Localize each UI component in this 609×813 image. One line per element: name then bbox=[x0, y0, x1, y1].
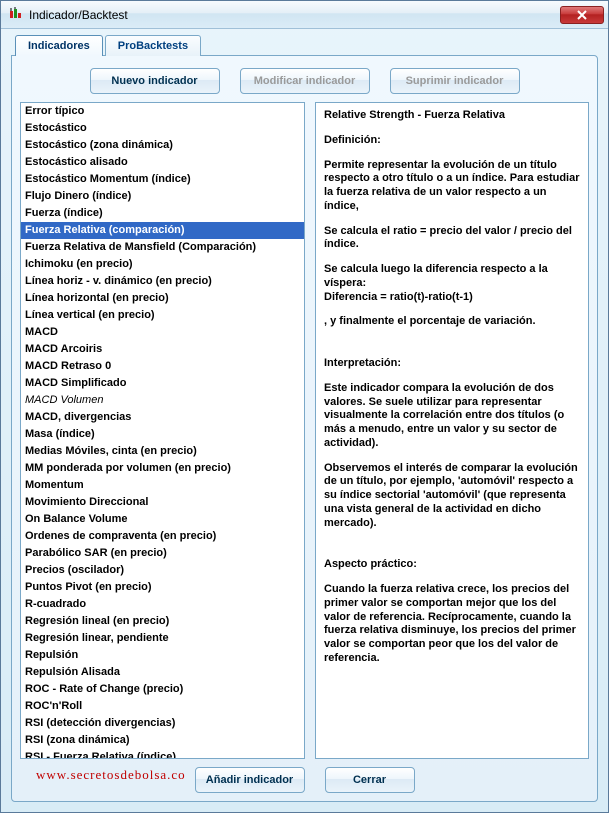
list-item[interactable]: Precios (oscilador) bbox=[21, 562, 304, 579]
body-columns: Error típicoEstocásticoEstocástico (zona… bbox=[20, 102, 589, 759]
list-item[interactable]: MACD Retraso 0 bbox=[21, 358, 304, 375]
list-item[interactable]: Estocástico (zona dinámica) bbox=[21, 137, 304, 154]
list-item[interactable]: Estocástico bbox=[21, 120, 304, 137]
list-item[interactable]: RSI - Fuerza Relativa (índice) bbox=[21, 749, 304, 759]
list-item[interactable]: MACD bbox=[21, 324, 304, 341]
list-item[interactable]: On Balance Volume bbox=[21, 511, 304, 528]
tab-panel-indicadores: Nuevo indicador Modificar indicador Supr… bbox=[11, 55, 598, 802]
tab-indicadores[interactable]: Indicadores bbox=[15, 35, 103, 56]
description-paragraph: Permite representar la evolución de un t… bbox=[324, 159, 580, 214]
list-item[interactable]: ROC'n'Roll bbox=[21, 698, 304, 715]
modify-indicator-button[interactable]: Modificar indicador bbox=[240, 68, 370, 94]
list-item[interactable]: Movimiento Direccional bbox=[21, 494, 304, 511]
bottom-button-row: www.secretosdebolsa.co Añadir indicador … bbox=[20, 759, 589, 793]
list-item[interactable]: Repulsión bbox=[21, 647, 304, 664]
list-item[interactable]: Masa (índice) bbox=[21, 426, 304, 443]
description-paragraph: Este indicador compara la evolución de d… bbox=[324, 382, 580, 451]
description-panel: Relative Strength - Fuerza Relativa Defin… bbox=[315, 102, 589, 759]
list-item[interactable]: Momentum bbox=[21, 477, 304, 494]
list-item[interactable]: Regresión lineal (en precio) bbox=[21, 613, 304, 630]
list-item[interactable]: MACD Simplificado bbox=[21, 375, 304, 392]
new-indicator-button[interactable]: Nuevo indicador bbox=[90, 68, 220, 94]
indicator-listbox[interactable]: Error típicoEstocásticoEstocástico (zona… bbox=[20, 102, 305, 759]
list-item[interactable]: Regresión linear, pendiente bbox=[21, 630, 304, 647]
description-paragraph: Se calcula luego la diferencia respecto … bbox=[324, 263, 580, 304]
list-item[interactable]: Ordenes de compraventa (en precio) bbox=[21, 528, 304, 545]
list-item[interactable]: Línea vertical (en precio) bbox=[21, 307, 304, 324]
list-item[interactable]: RSI (detección divergencias) bbox=[21, 715, 304, 732]
toolbar-row: Nuevo indicador Modificar indicador Supr… bbox=[20, 64, 589, 102]
window-title: Indicador/Backtest bbox=[29, 8, 560, 22]
description-paragraph: , y finalmente el porcentaje de variació… bbox=[324, 315, 580, 329]
list-item[interactable]: Fuerza Relativa de Mansfield (Comparació… bbox=[21, 239, 304, 256]
list-item[interactable]: MACD Arcoiris bbox=[21, 341, 304, 358]
list-item[interactable]: MACD Volumen bbox=[21, 392, 304, 409]
list-item[interactable]: Fuerza Relativa (comparación) bbox=[21, 222, 304, 239]
list-item[interactable]: Línea horiz - v. dinámico (en precio) bbox=[21, 273, 304, 290]
close-button[interactable] bbox=[560, 6, 604, 24]
list-item[interactable]: ROC - Rate of Change (precio) bbox=[21, 681, 304, 698]
tab-strip: Indicadores ProBacktests bbox=[15, 35, 598, 56]
content-area: Indicadores ProBacktests Nuevo indicador… bbox=[1, 29, 608, 812]
list-item[interactable]: Parabólico SAR (en precio) bbox=[21, 545, 304, 562]
app-icon bbox=[7, 7, 23, 23]
description-paragraph: Aspecto práctico: bbox=[324, 558, 580, 572]
list-item[interactable]: R-cuadrado bbox=[21, 596, 304, 613]
list-item[interactable]: RSI (zona dinámica) bbox=[21, 732, 304, 749]
close-icon bbox=[576, 10, 588, 20]
list-item[interactable]: Línea horizontal (en precio) bbox=[21, 290, 304, 307]
list-item[interactable]: Error típico bbox=[21, 103, 304, 120]
description-paragraph: Cuando la fuerza relativa crece, los pre… bbox=[324, 583, 580, 666]
list-item[interactable]: Fuerza (índice) bbox=[21, 205, 304, 222]
description-paragraph: Observemos el interés de comparar la evo… bbox=[324, 462, 580, 531]
list-item[interactable]: Ichimoku (en precio) bbox=[21, 256, 304, 273]
list-item[interactable]: MM ponderada por volumen (en precio) bbox=[21, 460, 304, 477]
list-item[interactable]: Estocástico alisado bbox=[21, 154, 304, 171]
list-item[interactable]: Flujo Dinero (índice) bbox=[21, 188, 304, 205]
list-item[interactable]: Medias Móviles, cinta (en precio) bbox=[21, 443, 304, 460]
tab-probacktests[interactable]: ProBacktests bbox=[105, 35, 201, 56]
list-item[interactable]: Puntos Pivot (en precio) bbox=[21, 579, 304, 596]
description-paragraph: Interpretación: bbox=[324, 357, 580, 371]
add-indicator-button[interactable]: Añadir indicador bbox=[195, 767, 305, 793]
description-paragraph: Se calcula el ratio = precio del valor /… bbox=[324, 225, 580, 253]
watermark-text: www.secretosdebolsa.co bbox=[36, 767, 186, 783]
list-item[interactable]: Repulsión Alisada bbox=[21, 664, 304, 681]
titlebar: Indicador/Backtest bbox=[1, 1, 608, 29]
delete-indicator-button[interactable]: Suprimir indicador bbox=[390, 68, 520, 94]
description-paragraph: Definición: bbox=[324, 134, 580, 148]
close-dialog-button[interactable]: Cerrar bbox=[325, 767, 415, 793]
list-item[interactable]: Estocástico Momentum (índice) bbox=[21, 171, 304, 188]
description-title: Relative Strength - Fuerza Relativa bbox=[324, 109, 580, 123]
list-item[interactable]: MACD, divergencias bbox=[21, 409, 304, 426]
dialog-window: Indicador/Backtest Indicadores ProBackte… bbox=[0, 0, 609, 813]
